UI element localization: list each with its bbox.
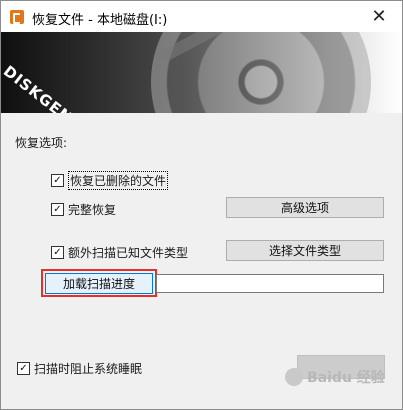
select-file-types-button[interactable]: 选择文件类型 <box>226 240 384 261</box>
extra-scan-label: 额外扫描已知文件类型 <box>68 246 189 260</box>
recovery-options-label: 恢复选项: <box>15 136 68 150</box>
full-recovery-checkbox[interactable]: ✓ 完整恢复 <box>51 201 116 218</box>
prevent-sleep-label: 扫描时阻止系统睡眠 <box>34 362 143 376</box>
window-title: 恢复文件 - 本地磁盘(I:) <box>32 13 168 28</box>
baidu-paw-icon <box>285 368 303 386</box>
recover-files-dialog: 恢复文件 - 本地磁盘(I:) ✕ DISKGENIUS 恢复选项: ✓ 恢复已… <box>0 0 403 410</box>
full-recovery-label: 完整恢复 <box>68 203 117 217</box>
app-logo-icon <box>10 10 24 24</box>
brand-logo: DISKGENIUS <box>1 62 101 113</box>
extra-scan-checkbox[interactable]: ✓ 额外扫描已知文件类型 <box>51 244 188 261</box>
close-icon: ✕ <box>371 6 387 27</box>
load-scan-progress-button[interactable]: 加载扫描进度 <box>45 273 153 294</box>
baidu-watermark: Baidu 经验 <box>285 367 385 387</box>
prevent-sleep-checkbox[interactable]: ✓ 扫描时阻止系统睡眠 <box>17 360 142 377</box>
progress-file-path-field[interactable] <box>156 274 384 293</box>
recover-deleted-label: 恢复已删除的文件 <box>68 171 169 190</box>
checkbox-checkmark-icon: ✓ <box>51 203 64 216</box>
watermark-text: Baidu 经验 <box>307 370 385 386</box>
close-button[interactable]: ✕ <box>356 1 402 32</box>
diskgenius-banner: DISKGENIUS <box>1 32 402 113</box>
title-bar: 恢复文件 - 本地磁盘(I:) ✕ <box>1 1 402 34</box>
advanced-options-button[interactable]: 高级选项 <box>226 197 384 218</box>
checkbox-checkmark-icon: ✓ <box>51 174 64 187</box>
checkbox-checkmark-icon: ✓ <box>51 246 64 259</box>
recover-deleted-checkbox[interactable]: ✓ 恢复已删除的文件 <box>51 171 169 190</box>
checkbox-checkmark-icon: ✓ <box>17 362 30 375</box>
